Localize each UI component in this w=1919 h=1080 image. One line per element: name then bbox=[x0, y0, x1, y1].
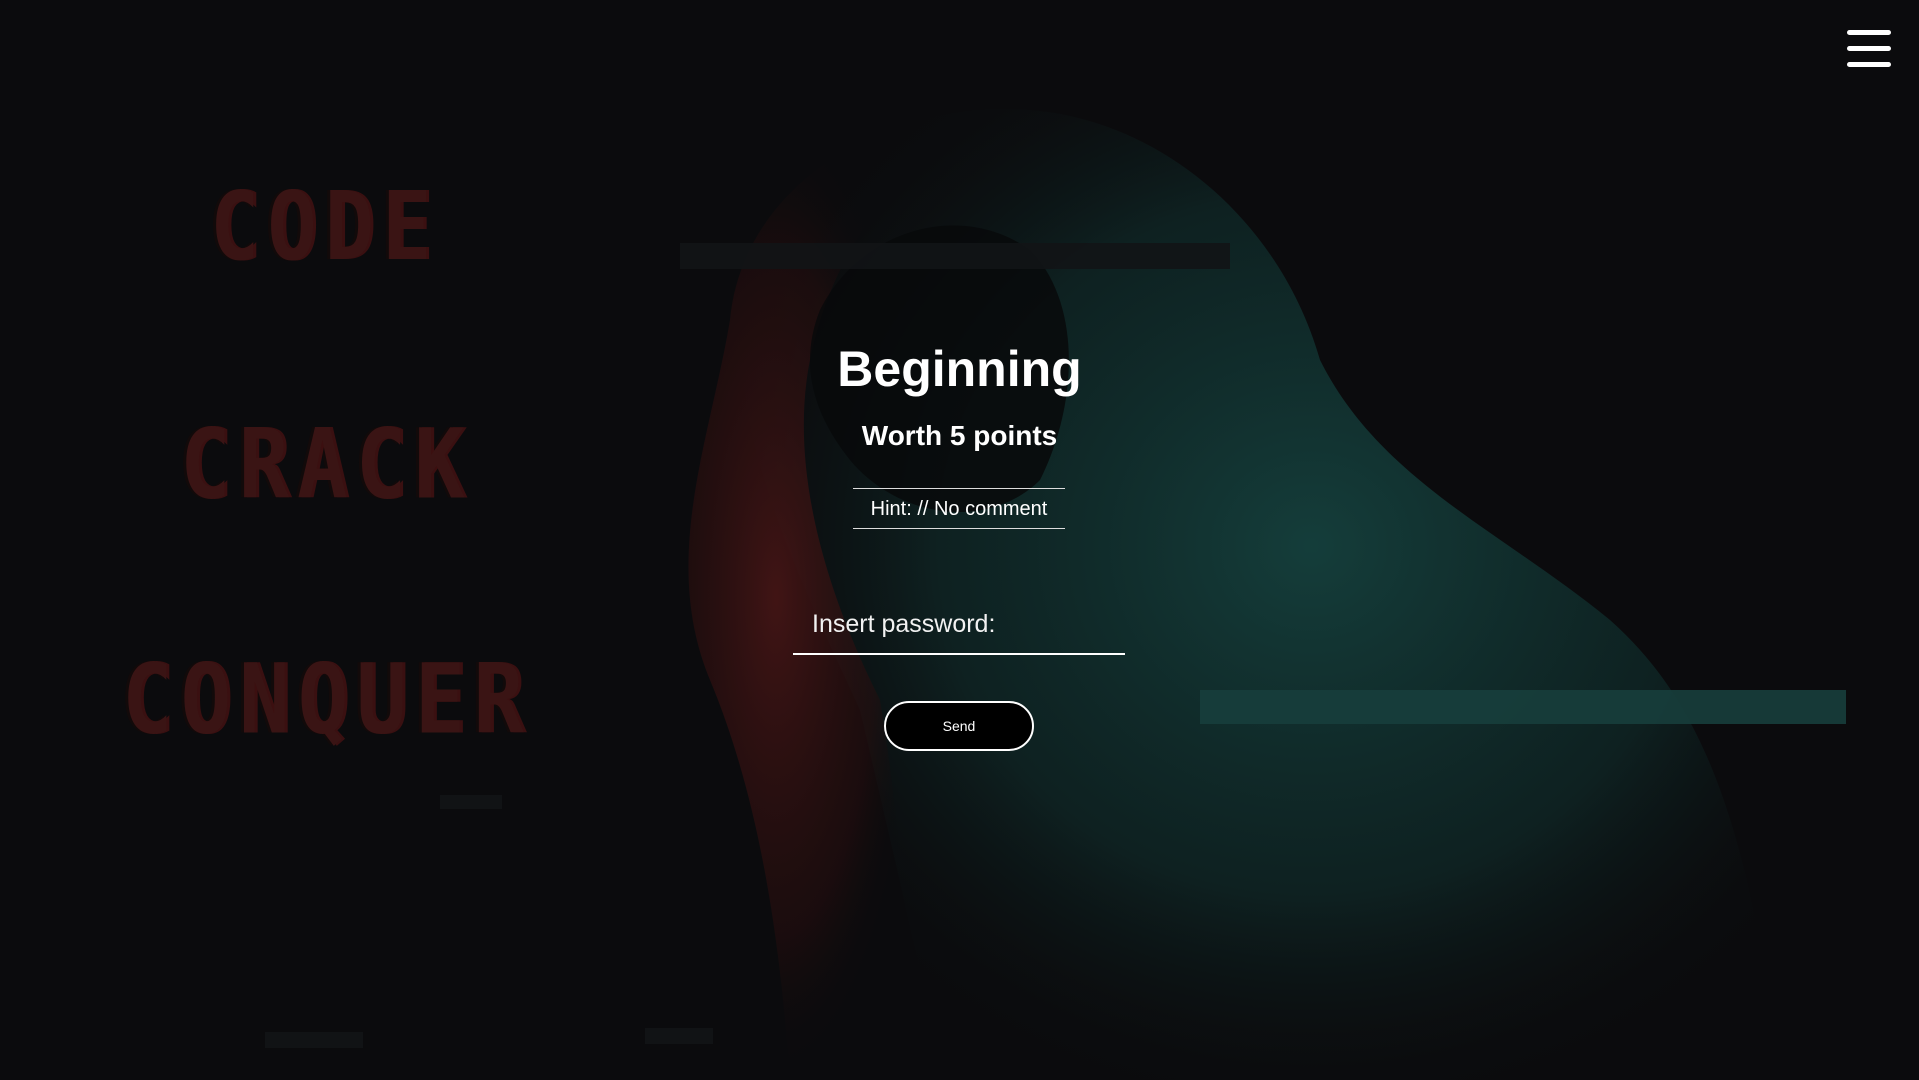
word-conquer: CONQUER bbox=[122, 642, 533, 756]
challenge-worth: Worth 5 points bbox=[861, 420, 1058, 451]
glitch-bar bbox=[1200, 690, 1846, 724]
hamburger-menu-icon[interactable] bbox=[1847, 28, 1891, 70]
menu-line bbox=[1847, 62, 1891, 67]
password-field-wrapper bbox=[793, 595, 1125, 655]
glitch-bar bbox=[265, 1032, 363, 1048]
hooded-figure-background bbox=[688, 109, 1780, 1080]
word-code: CODE bbox=[210, 172, 440, 283]
menu-line bbox=[1847, 46, 1891, 51]
glitch-bar bbox=[645, 1028, 713, 1044]
challenge-hint: Hint: // No comment bbox=[853, 488, 1065, 529]
password-input[interactable] bbox=[793, 595, 1125, 653]
glitch-bar bbox=[440, 795, 502, 809]
page: CODE CRACK CONQUER Beginning Worth 5 poi… bbox=[0, 0, 1919, 1080]
challenge-title: Beginning bbox=[837, 341, 1082, 397]
menu-line bbox=[1847, 30, 1891, 35]
send-button[interactable]: Send bbox=[884, 701, 1034, 751]
glitch-bar bbox=[680, 243, 1230, 269]
